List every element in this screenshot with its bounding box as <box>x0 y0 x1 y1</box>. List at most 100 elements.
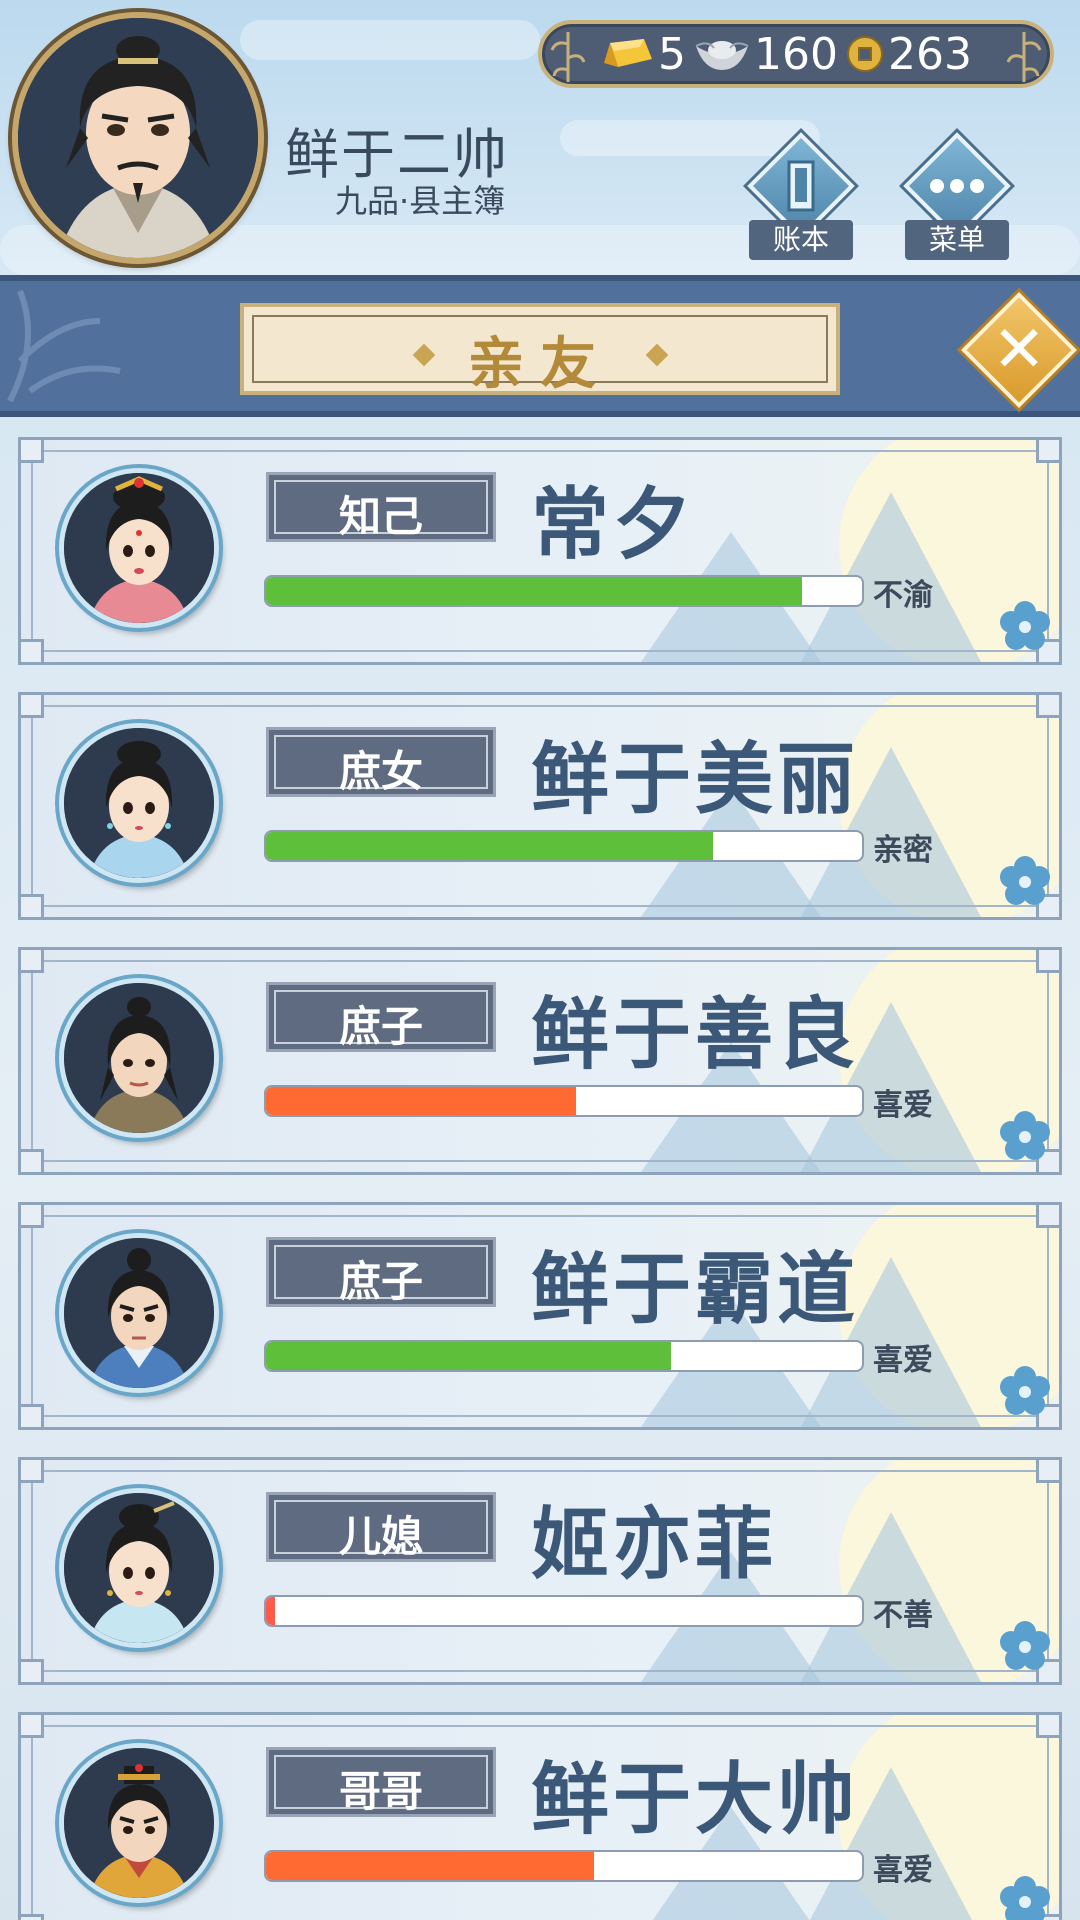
flower-icon <box>1000 1366 1050 1415</box>
frame-corner <box>21 894 44 917</box>
relation-tag: 哥哥 <box>266 1747 496 1817</box>
flower-icon <box>1000 856 1050 905</box>
title-plaque: 亲友 <box>240 303 840 397</box>
relative-portrait[interactable] <box>59 978 219 1138</box>
flower-icon <box>1000 1621 1050 1670</box>
affection-bar <box>264 1850 864 1882</box>
affection-status: 喜爱 <box>873 1088 933 1123</box>
ledger-label: 账本 <box>749 220 853 260</box>
frame-corner <box>21 695 44 718</box>
gold-ingot-icon <box>604 39 652 67</box>
frame-corner <box>1036 1205 1059 1228</box>
panel-title-banner: 亲友 ✕ <box>0 275 1080 417</box>
relative-portrait[interactable] <box>59 468 219 628</box>
coin-value: 263 <box>887 28 972 80</box>
relation-tag: 儿媳 <box>266 1492 496 1562</box>
relative-portrait[interactable] <box>59 1743 219 1903</box>
frame-corner <box>21 639 44 662</box>
affection-bar <box>264 575 864 607</box>
ledger-button[interactable]: 账本 <box>741 132 861 260</box>
flower-icon <box>1000 1111 1050 1160</box>
frame-corner <box>1036 1715 1059 1738</box>
relation-tag: 庶子 <box>266 1237 496 1307</box>
frame-corner <box>21 950 44 973</box>
bamboo-leaf-icon <box>7 289 121 403</box>
copper-coin-icon <box>846 36 883 72</box>
frame-corner <box>21 1205 44 1228</box>
relative-card[interactable]: 庶子 鲜于善良 喜爱 <box>18 947 1062 1175</box>
close-icon[interactable]: ✕ <box>978 309 1060 391</box>
affection-bar-fill <box>266 577 803 605</box>
affection-bar <box>264 1085 864 1117</box>
flower-icon <box>1000 601 1050 650</box>
more-dots-icon <box>930 179 984 193</box>
relative-name: 鲜于大帅 <box>531 1755 860 1845</box>
frame-corner <box>21 440 44 463</box>
frame-corner <box>21 1149 44 1172</box>
male-portrait-icon <box>64 1238 214 1388</box>
gold-value: 5 <box>658 28 686 80</box>
female-portrait-icon <box>64 728 214 878</box>
affection-bar <box>264 830 864 862</box>
relative-portrait[interactable] <box>59 1233 219 1393</box>
relative-card[interactable]: 庶女 鲜于美丽 亲密 <box>18 692 1062 920</box>
frame-corner <box>21 1659 44 1682</box>
relation-tag: 庶女 <box>266 727 496 797</box>
relative-name: 姬亦菲 <box>531 1500 778 1590</box>
coin-counter[interactable]: 263 <box>846 29 972 80</box>
male-portrait-icon <box>64 1748 214 1898</box>
relation-label: 儿媳 <box>338 1512 423 1561</box>
frame-corner <box>1036 1460 1059 1483</box>
menu-label: 菜单 <box>905 220 1009 260</box>
affection-status: 喜爱 <box>873 1343 933 1378</box>
relative-card[interactable]: 哥哥 鲜于大帅 喜爱 <box>18 1712 1062 1920</box>
player-portrait-icon <box>18 18 258 258</box>
relative-name: 鲜于霸道 <box>531 1245 860 1335</box>
player-header: 鲜于二帅 九品·县主簿 5 160 263 账本 菜单 <box>0 0 1080 275</box>
affection-bar-fill <box>266 1087 576 1115</box>
flower-icon <box>1000 1876 1050 1920</box>
frame-corner <box>1036 950 1059 973</box>
frame-corner <box>1036 695 1059 718</box>
affection-status: 喜爱 <box>873 1853 933 1888</box>
frame-corner <box>21 1404 44 1427</box>
relation-tag: 知己 <box>266 472 496 542</box>
relation-label: 庶子 <box>338 1002 423 1051</box>
affection-bar-fill <box>266 832 713 860</box>
relative-name: 常夕 <box>531 480 696 570</box>
female-portrait-icon <box>64 473 214 623</box>
relative-card[interactable]: 庶子 鲜于霸道 喜爱 <box>18 1202 1062 1430</box>
relative-portrait[interactable] <box>59 1488 219 1648</box>
menu-button[interactable]: 菜单 <box>897 132 1017 260</box>
relation-label: 哥哥 <box>338 1767 423 1816</box>
relation-label: 庶女 <box>338 747 423 796</box>
affection-bar <box>264 1595 864 1627</box>
relation-label: 知己 <box>338 492 423 541</box>
silver-value: 160 <box>754 28 838 80</box>
affection-status: 不善 <box>873 1598 933 1633</box>
affection-status: 亲密 <box>873 833 933 868</box>
affection-bar-fill <box>266 1852 594 1880</box>
relative-card[interactable]: 儿媳 姬亦菲 不善 <box>18 1457 1062 1685</box>
relation-label: 庶子 <box>338 1257 423 1306</box>
cloud-decoration <box>240 20 540 60</box>
frame-corner <box>1036 440 1059 463</box>
silver-counter[interactable]: 160 <box>694 29 838 80</box>
female-portrait-icon <box>64 1493 214 1643</box>
relative-portrait[interactable] <box>59 723 219 883</box>
panel-title: 亲友 <box>468 332 612 397</box>
currency-bar: 5 160 263 <box>538 20 1054 88</box>
relative-name: 鲜于善良 <box>531 990 860 1080</box>
gold-counter[interactable]: 5 <box>600 29 686 80</box>
frame-corner <box>21 1914 44 1920</box>
affection-bar-fill <box>266 1597 275 1625</box>
book-icon <box>787 160 815 212</box>
bamboo-icon <box>1006 32 1042 82</box>
bamboo-icon <box>550 32 586 82</box>
male-portrait-icon <box>64 983 214 1133</box>
player-rank: 九品·县主簿 <box>335 182 506 220</box>
relation-tag: 庶子 <box>266 982 496 1052</box>
affection-bar <box>264 1340 864 1372</box>
relative-card[interactable]: 知己 常夕 不渝 <box>18 437 1062 665</box>
player-avatar[interactable] <box>12 12 264 264</box>
